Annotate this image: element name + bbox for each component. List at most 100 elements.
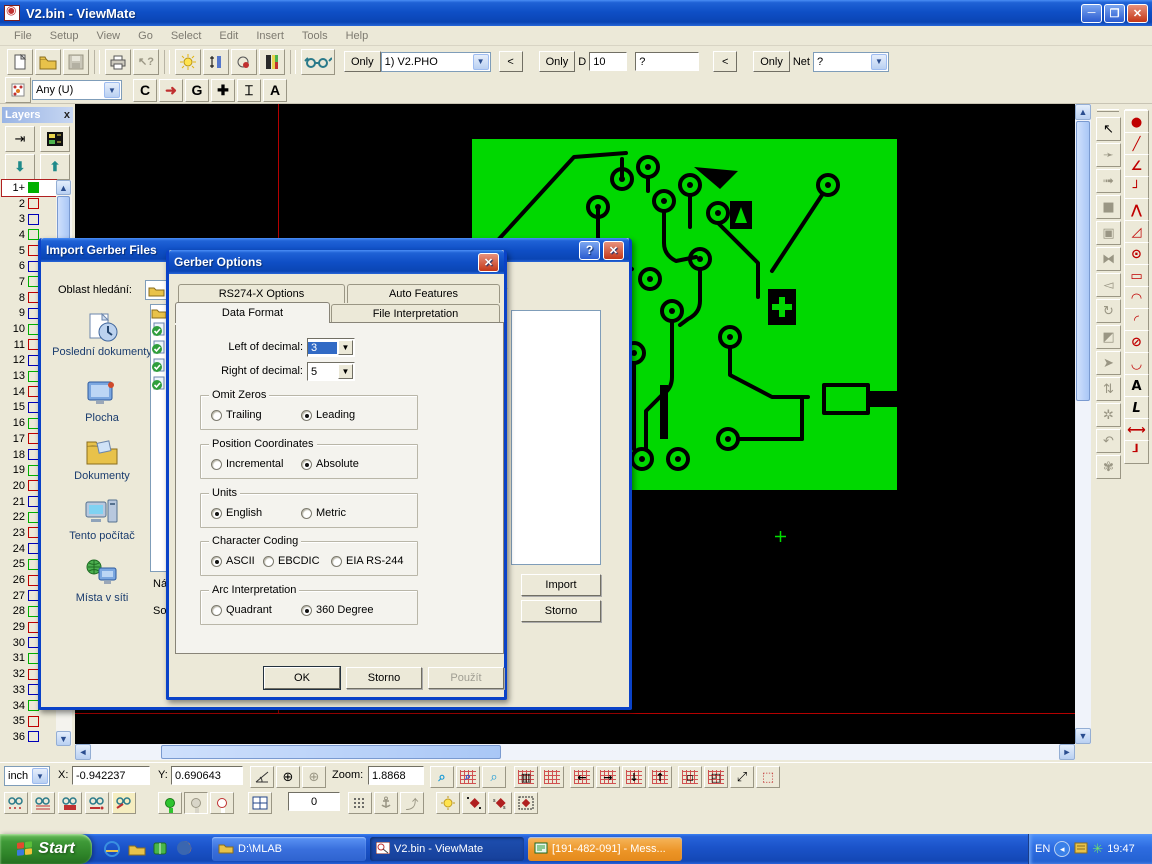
menu-view[interactable]: View [88, 28, 128, 44]
new-file-icon[interactable] [7, 49, 33, 75]
skew-icon[interactable]: ◅ [1096, 273, 1121, 297]
draw-line-icon[interactable]: ╱ [1124, 132, 1149, 156]
draw-label-icon[interactable]: L [1124, 396, 1149, 420]
menu-tools[interactable]: Tools [294, 28, 336, 44]
canvas-horizontal-scrollbar[interactable]: ◄ ► [75, 744, 1075, 760]
units-combo[interactable]: inch▼ [4, 766, 50, 786]
film-box-icon[interactable]: ▥ [514, 766, 538, 788]
undo-icon[interactable]: ↶ [1096, 429, 1121, 453]
radio-ebcdic[interactable]: EBCDIC [263, 555, 320, 567]
pan-up-icon[interactable]: ↑ [648, 766, 672, 788]
import-help-button[interactable]: ? [579, 241, 600, 260]
film-layers-icon[interactable] [259, 49, 285, 75]
select-gerber-button[interactable]: G [185, 79, 209, 102]
view-all-icon[interactable]: ▫ [678, 766, 702, 788]
import-button[interactable]: Import [521, 574, 601, 596]
scale-icon[interactable]: ◩ [1096, 325, 1121, 349]
select-pad-button[interactable]: ✚ [211, 79, 235, 102]
draw-triangle-icon[interactable]: ◿ [1124, 220, 1149, 244]
draw-chamfer-icon[interactable]: ┚ [1124, 440, 1149, 464]
draw-rectangle-icon[interactable]: ▭ [1124, 264, 1149, 288]
keyboard-language-indicator[interactable]: EN [1035, 843, 1050, 855]
quicklaunch-firefox-icon[interactable] [176, 840, 193, 860]
draw-corner-icon[interactable]: ┘ [1124, 176, 1149, 200]
y-coordinate-field[interactable]: 0.690643 [171, 766, 243, 785]
origin-target-icon[interactable]: ⊕ [276, 766, 300, 788]
radio-metric[interactable]: Metric [301, 507, 346, 519]
view-selected-icon[interactable] [112, 792, 136, 814]
select-cursor-icon[interactable]: ↖ [1096, 117, 1121, 141]
menu-go[interactable]: Go [130, 28, 161, 44]
relative-origin-icon[interactable]: ⊕ [302, 766, 326, 788]
radio-360-degree[interactable]: 360 Degree [301, 604, 374, 616]
highlight-off-icon[interactable] [184, 792, 208, 814]
net-combo-arrow[interactable]: ▼ [871, 54, 887, 70]
layer-row[interactable]: 1+ [2, 180, 56, 196]
highlight-net-icon[interactable] [210, 792, 234, 814]
view-dots-icon[interactable] [4, 792, 28, 814]
select-text-button[interactable]: A [263, 79, 287, 102]
layer-color-swatch[interactable] [28, 229, 39, 240]
tab-file-interpretation[interactable]: File Interpretation [331, 304, 500, 323]
pan-left-icon[interactable]: ← [570, 766, 594, 788]
select-track-button[interactable]: ⌶ [237, 79, 261, 102]
vertical-scroll-thumb[interactable] [1076, 121, 1090, 401]
zoom-value-field[interactable]: 1.8868 [368, 766, 424, 785]
scroll-left-button[interactable]: ◄ [75, 744, 91, 760]
prev-net-button[interactable]: < [713, 51, 737, 72]
swap-layer-icon[interactable]: ⇅ [1096, 377, 1121, 401]
highlight-flash-icon[interactable] [175, 49, 201, 75]
only-net-button[interactable]: Only [753, 51, 790, 72]
menu-insert[interactable]: Insert [248, 28, 292, 44]
angle-measure-icon[interactable] [250, 766, 274, 788]
view-traces-icon[interactable] [85, 792, 109, 814]
layer-color-swatch[interactable] [28, 182, 39, 193]
scroll-up-button[interactable]: ▲ [1075, 104, 1091, 120]
layer-row[interactable]: 35 [2, 713, 56, 729]
layer-row[interactable]: 2 [2, 196, 56, 212]
view-lines-icon[interactable] [31, 792, 55, 814]
move-point-icon[interactable]: ➤ [1096, 351, 1121, 375]
layers-scroll-down[interactable]: ▼ [56, 731, 71, 746]
title-bar[interactable]: V2.bin - ViewMate ─ ❐ ✕ [0, 0, 1152, 26]
layers-film-icon[interactable] [40, 126, 70, 152]
layers-close-icon[interactable]: x [64, 109, 70, 121]
close-button[interactable]: ✕ [1127, 4, 1148, 23]
place-my-computer[interactable]: Tento počítač [51, 496, 153, 542]
draw-mode-outline-icon[interactable] [514, 792, 538, 814]
radio-ascii[interactable]: ASCII [211, 555, 255, 567]
only-dcode-button[interactable]: Only [539, 51, 576, 72]
tab-data-format[interactable]: Data Format [175, 302, 330, 323]
layer-combo[interactable]: 1) V2.PHO▼ [381, 52, 491, 72]
minimize-button[interactable]: ─ [1081, 4, 1102, 23]
save-icon[interactable] [63, 49, 89, 75]
menu-select[interactable]: Select [163, 28, 210, 44]
draw-arc-chord-icon[interactable]: ◡ [1124, 352, 1149, 376]
place-network[interactable]: Místa v síti [51, 558, 153, 604]
menu-setup[interactable]: Setup [42, 28, 87, 44]
ok-button[interactable]: OK [264, 667, 340, 689]
restore-button[interactable]: ❐ [1104, 4, 1125, 23]
grid-snap-icon[interactable] [348, 792, 372, 814]
quicklaunch-ie-icon[interactable] [104, 841, 121, 860]
layer-combo-arrow[interactable]: ▼ [473, 54, 489, 70]
scroll-right-button[interactable]: ► [1059, 744, 1075, 760]
flash-mode-icon[interactable] [436, 792, 460, 814]
pan-down-icon[interactable]: ↓ [622, 766, 646, 788]
draw-fan-icon[interactable]: ⋀ [1124, 198, 1149, 222]
quicklaunch-book-icon[interactable] [152, 841, 168, 859]
radio-quadrant[interactable]: Quadrant [211, 604, 272, 616]
left-decimal-arrow[interactable]: ▼ [338, 340, 353, 355]
dcode-input[interactable]: 10 [589, 52, 627, 71]
layers-dock-icon[interactable]: ⇥ [5, 126, 35, 152]
right-decimal-arrow[interactable]: ▼ [338, 364, 353, 379]
radio-incremental[interactable]: Incremental [211, 458, 283, 470]
layer-color-swatch[interactable] [28, 214, 39, 225]
layer-color-swatch[interactable] [28, 198, 39, 209]
fill-poly-icon[interactable]: ▣ [1096, 221, 1121, 245]
context-help-icon[interactable]: ↖? [133, 49, 159, 75]
horizontal-scroll-thumb[interactable] [161, 745, 501, 759]
dcode-query-input[interactable]: ? [635, 52, 699, 71]
draw-circle-center-icon[interactable]: ⊘ [1124, 330, 1149, 354]
draw-arc3-icon[interactable]: ◜ [1124, 308, 1149, 332]
